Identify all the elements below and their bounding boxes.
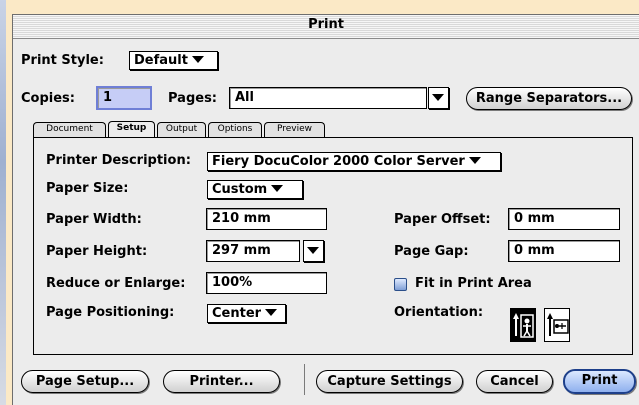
copies-input[interactable]: 1 <box>96 86 152 110</box>
print-button[interactable]: Print <box>563 369 636 394</box>
orientation-landscape-button[interactable] <box>544 308 570 342</box>
tab-preview[interactable]: Preview <box>264 122 325 137</box>
paper-offset-label: Paper Offset: <box>394 212 491 227</box>
paper-height-label: Paper Height: <box>46 244 148 259</box>
page-positioning-label: Page Positioning: <box>46 305 175 320</box>
page-gap-input[interactable]: 0 mm <box>508 240 620 262</box>
copies-label: Copies: <box>21 91 75 106</box>
pages-label: Pages: <box>168 91 218 106</box>
paper-size-label: Paper Size: <box>46 181 129 196</box>
chevron-down-icon <box>271 185 284 192</box>
paper-offset-input[interactable]: 0 mm <box>508 208 620 230</box>
print-dialog: Print Print Style: Default Copies: 1 Pag… <box>12 14 639 405</box>
print-style-label: Print Style: <box>21 53 104 68</box>
tab-options[interactable]: Options <box>208 122 262 137</box>
range-separators-button[interactable]: Range Separators... <box>466 87 632 110</box>
title-bar[interactable]: Print <box>13 15 639 39</box>
printer-description-popup[interactable]: Fiery DocuColor 2000 Color Server <box>207 152 501 171</box>
paper-height-input[interactable]: 297 mm <box>206 240 300 262</box>
paper-size-popup[interactable]: Custom <box>207 180 303 199</box>
printer-button[interactable]: Printer... <box>163 370 280 393</box>
button-separator <box>304 364 305 395</box>
pages-input[interactable]: All <box>229 87 427 109</box>
orientation-label: Orientation: <box>394 305 484 320</box>
orientation-portrait-button[interactable] <box>510 308 536 342</box>
printer-description-value: Fiery DocuColor 2000 Color Server <box>212 154 465 169</box>
fit-in-print-area-label: Fit in Print Area <box>415 276 532 291</box>
reduce-enlarge-label: Reduce or Enlarge: <box>46 276 186 291</box>
paper-width-input[interactable]: 210 mm <box>206 208 327 230</box>
reduce-enlarge-input[interactable]: 100% <box>206 272 327 294</box>
chevron-down-icon <box>432 94 444 101</box>
print-style-popup[interactable]: Default <box>129 51 218 70</box>
fit-in-print-area-checkbox[interactable] <box>394 278 407 291</box>
page-positioning-value: Center <box>212 306 262 321</box>
page-gap-label: Page Gap: <box>394 244 469 259</box>
paper-width-label: Paper Width: <box>46 212 142 227</box>
page-positioning-popup[interactable]: Center <box>207 304 286 323</box>
tab-setup[interactable]: Setup <box>108 121 155 137</box>
tab-output[interactable]: Output <box>157 122 206 137</box>
landscape-icon <box>547 313 569 336</box>
chevron-down-icon <box>307 247 319 254</box>
chevron-down-icon <box>191 56 204 63</box>
page-setup-button[interactable]: Page Setup... <box>21 370 149 393</box>
paper-height-dropdown-button[interactable] <box>303 240 324 262</box>
cancel-button[interactable]: Cancel <box>476 370 553 393</box>
print-style-value: Default <box>134 53 188 68</box>
chevron-down-icon <box>468 157 481 164</box>
paper-size-value: Custom <box>212 182 268 197</box>
pages-dropdown-button[interactable] <box>428 87 449 109</box>
capture-settings-button[interactable]: Capture Settings <box>316 370 463 393</box>
desktop-edge <box>0 0 6 405</box>
setup-panel: Printer Description: Fiery DocuColor 200… <box>33 137 633 355</box>
chevron-down-icon <box>265 309 278 316</box>
tab-document[interactable]: Document <box>33 122 106 137</box>
window-title: Print <box>308 17 344 32</box>
printer-description-label: Printer Description: <box>46 153 191 168</box>
portrait-icon <box>513 313 534 338</box>
